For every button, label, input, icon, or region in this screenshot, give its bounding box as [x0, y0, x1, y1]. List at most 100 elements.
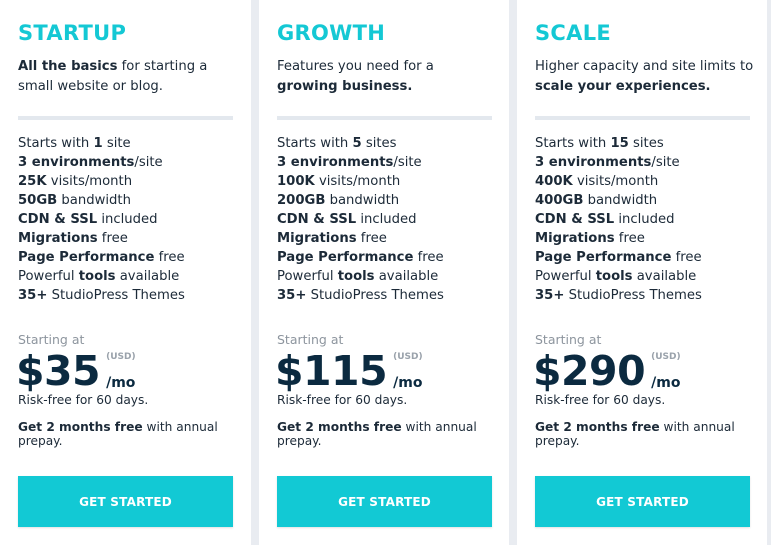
currency-label: (USD) [106, 352, 136, 362]
feature-highlight: 35+ [18, 288, 48, 303]
feature-item: 100K visits/month [277, 172, 444, 191]
annual-offer: Get 2 months free with annual prepay. [277, 420, 492, 448]
plan-description: All the basics for starting a small webs… [18, 57, 238, 97]
get-started-button[interactable]: GET STARTED [535, 476, 750, 527]
plan-description-bold: scale your experiences. [535, 79, 711, 94]
feature-text: /site [393, 155, 422, 170]
feature-text: available [632, 269, 697, 284]
feature-text: Starts with [18, 136, 94, 151]
annual-offer-bold: Get 2 months free [535, 420, 660, 434]
feature-item: 35+ StudioPress Themes [277, 286, 444, 305]
feature-item: Starts with 15 sites [535, 134, 702, 153]
price-block: $290 (USD) /mo [533, 347, 701, 395]
feature-highlight: 35+ [535, 288, 565, 303]
billing-period: /mo [106, 375, 136, 391]
feature-highlight: 400K [535, 174, 573, 189]
feature-highlight: 3 environments [277, 155, 394, 170]
feature-item: CDN & SSL included [535, 210, 702, 229]
price-meta: (USD) /mo [106, 347, 156, 395]
feature-highlight: 25K [18, 174, 47, 189]
feature-text: bandwidth [583, 193, 658, 208]
billing-period: /mo [393, 375, 423, 391]
feature-text: free [97, 231, 128, 246]
feature-text: sites [361, 136, 397, 151]
plan-description: Higher capacity and site limits to scale… [535, 57, 755, 97]
plan-description-text: Features you need for a [277, 59, 434, 74]
feature-item: Starts with 5 sites [277, 134, 444, 153]
feature-text: StudioPress Themes [564, 288, 702, 303]
get-started-button[interactable]: GET STARTED [18, 476, 233, 527]
feature-text: bandwidth [325, 193, 400, 208]
feature-text: StudioPress Themes [306, 288, 444, 303]
plan-description-bold: growing business. [277, 79, 413, 94]
divider [277, 116, 492, 120]
feature-highlight: 15 [610, 136, 629, 151]
price-amount: $115 [275, 347, 388, 395]
get-started-button[interactable]: GET STARTED [277, 476, 492, 527]
price-meta: (USD) /mo [393, 347, 443, 395]
price-block: $115 (USD) /mo [275, 347, 443, 395]
plan-description-bold: All the basics [18, 59, 118, 74]
feature-item: Powerful tools available [277, 267, 444, 286]
feature-item: Powerful tools available [535, 267, 702, 286]
plan-description-text: Higher capacity and site limits to [535, 59, 754, 74]
divider [535, 116, 750, 120]
feature-highlight: 400GB [535, 193, 584, 208]
feature-text: free [154, 250, 185, 265]
feature-item: Migrations free [535, 229, 702, 248]
feature-highlight: CDN & SSL [18, 212, 98, 227]
feature-highlight: Page Performance [535, 250, 672, 265]
feature-text: /site [651, 155, 680, 170]
divider [18, 116, 233, 120]
feature-item: Page Performance free [277, 248, 444, 267]
feature-highlight: Migrations [535, 231, 615, 246]
feature-text: StudioPress Themes [47, 288, 185, 303]
risk-free-note: Risk-free for 60 days. [277, 393, 408, 407]
feature-text: available [115, 269, 180, 284]
starting-at-label: Starting at [535, 332, 602, 347]
feature-item: CDN & SSL included [18, 210, 185, 229]
plan-name: SCALE [535, 21, 612, 45]
feature-text: included [97, 212, 158, 227]
feature-text: site [102, 136, 131, 151]
feature-text: Starts with [277, 136, 353, 151]
feature-text: /site [134, 155, 163, 170]
feature-text: Powerful [535, 269, 596, 284]
feature-highlight: tools [337, 269, 375, 284]
currency-label: (USD) [651, 352, 681, 362]
feature-item: 3 environments/site [535, 153, 702, 172]
feature-text: free [671, 250, 702, 265]
feature-highlight: Page Performance [18, 250, 155, 265]
feature-highlight: 1 [93, 136, 103, 151]
starting-at-label: Starting at [277, 332, 344, 347]
feature-item: 200GB bandwidth [277, 191, 444, 210]
feature-highlight: CDN & SSL [535, 212, 615, 227]
feature-text: Powerful [277, 269, 338, 284]
annual-offer: Get 2 months free with annual prepay. [18, 420, 233, 448]
feature-text: available [374, 269, 439, 284]
feature-highlight: 5 [352, 136, 362, 151]
feature-text: Powerful [18, 269, 79, 284]
plan-name: GROWTH [277, 21, 386, 45]
plan-card-startup: STARTUP All the basics for starting a sm… [0, 0, 251, 545]
feature-list: Starts with 15 sites 3 environments/site… [535, 134, 702, 305]
feature-text: included [614, 212, 675, 227]
feature-item: Page Performance free [535, 248, 702, 267]
annual-offer-bold: Get 2 months free [18, 420, 143, 434]
feature-item: CDN & SSL included [277, 210, 444, 229]
feature-highlight: tools [78, 269, 116, 284]
price-meta: (USD) /mo [651, 347, 701, 395]
feature-text: visits/month [46, 174, 133, 189]
feature-list: Starts with 5 sites 3 environments/site … [277, 134, 444, 305]
feature-text: free [413, 250, 444, 265]
feature-item: Starts with 1 site [18, 134, 185, 153]
feature-highlight: 200GB [277, 193, 326, 208]
plan-card-growth: GROWTH Features you need for a growing b… [259, 0, 509, 545]
feature-item: 35+ StudioPress Themes [18, 286, 185, 305]
feature-text: Starts with [535, 136, 611, 151]
price-block: $35 (USD) /mo [16, 347, 156, 395]
feature-text: free [356, 231, 387, 246]
feature-text: visits/month [572, 174, 659, 189]
feature-item: 400GB bandwidth [535, 191, 702, 210]
feature-text: visits/month [314, 174, 401, 189]
